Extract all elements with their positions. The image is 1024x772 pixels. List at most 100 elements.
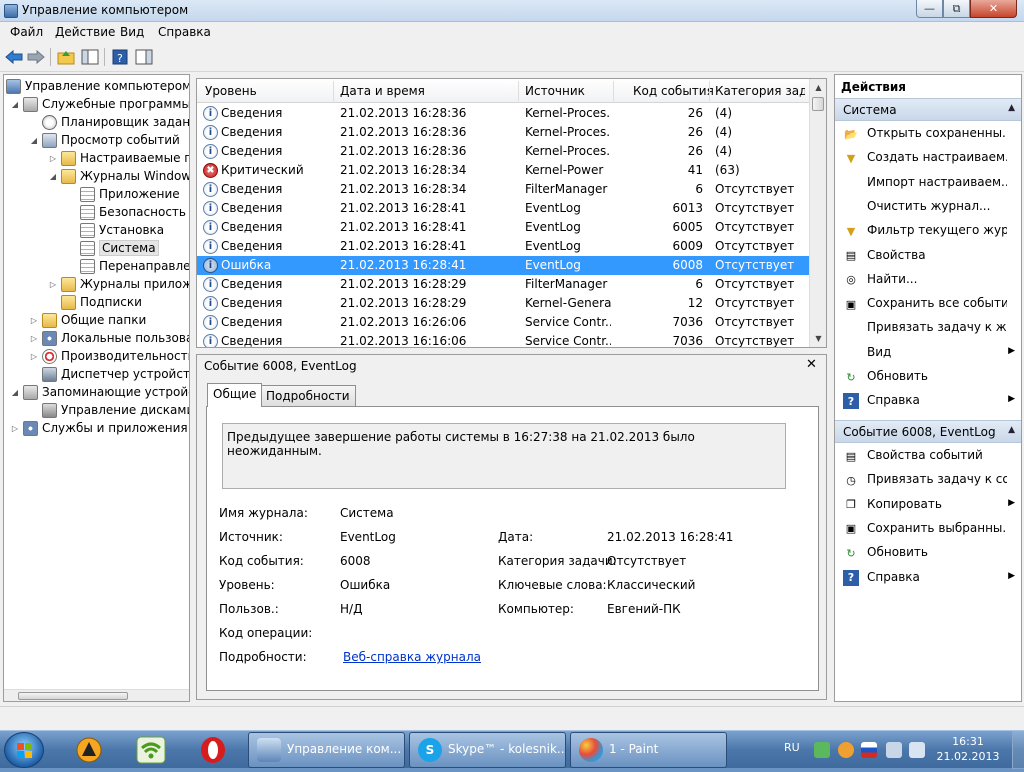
tab-details[interactable]: Подробности [260, 385, 356, 407]
field-value-log-name[interactable]: Система [340, 506, 394, 520]
action-item[interactable]: ▣ Сохранить выбранны... [835, 518, 1021, 540]
action-item[interactable]: ▼ Создать настраиваем... [835, 147, 1021, 169]
tree-node[interactable]: ◢ Служебные программы [10, 95, 189, 113]
tree-node[interactable]: ▷ Журналы приложе [48, 275, 189, 293]
menu-help[interactable]: Справка [158, 25, 211, 39]
event-row[interactable]: ✖ Критический 21.02.2013 16:28:34 Kernel-Po… [197, 161, 809, 180]
scroll-down-arrow-icon[interactable]: ▼ [810, 330, 826, 347]
expand-icon[interactable]: ▷ [29, 334, 39, 343]
start-button[interactable] [4, 732, 44, 768]
up-folder-button[interactable] [56, 47, 76, 67]
tree-node[interactable]: Приложение [80, 185, 180, 203]
show-desktop-button[interactable] [1012, 731, 1024, 769]
title-bar[interactable]: Управление компьютером — ⧉ ✕ [0, 0, 1024, 22]
event-row-selected[interactable]: i Ошибка 21.02.2013 16:28:41 EventLog 6008 От… [197, 256, 809, 275]
field-value-event-id[interactable]: 6008 [340, 554, 371, 568]
event-list-vertical-scrollbar[interactable]: ▲ ▼ [809, 79, 826, 347]
language-indicator[interactable]: RU [784, 741, 800, 754]
expand-icon[interactable]: ▷ [29, 352, 39, 361]
column-header-task-category[interactable]: Категория зада... [715, 84, 805, 98]
event-row[interactable]: i Сведения 21.02.2013 16:28:29 Kernel-Gener… [197, 294, 809, 313]
expand-icon[interactable]: ▷ [10, 424, 20, 433]
event-list[interactable]: Уровень Дата и время Источник Код событи… [196, 78, 827, 348]
close-icon[interactable]: ✕ [806, 357, 817, 372]
pinned-app-opera[interactable] [186, 734, 240, 766]
action-item[interactable]: ◷ Привязать задачу к со... [835, 469, 1021, 491]
tree-node[interactable]: ▷ Настраиваемые пр [48, 149, 189, 167]
taskbar-button-skype[interactable]: S Skype™ - kolesnik... [409, 732, 566, 768]
event-row[interactable]: i Сведения 21.02.2013 16:28:41 EventLog 6005… [197, 218, 809, 237]
scrollbar-thumb[interactable] [812, 97, 824, 111]
action-item[interactable]: ▤ Свойства [835, 245, 1021, 267]
event-row[interactable]: i Сведения 21.02.2013 16:28:36 Kernel-Proce… [197, 104, 809, 123]
column-header-datetime[interactable]: Дата и время [340, 84, 520, 98]
column-header-event-id[interactable]: Код события [633, 84, 713, 98]
field-value-date[interactable]: 21.02.2013 16:28:41 [607, 530, 733, 544]
minimize-button[interactable]: — [916, 0, 943, 18]
action-item[interactable]: 📂 Открыть сохраненны... [835, 123, 1021, 145]
tree-node[interactable]: Планировщик заданий [42, 113, 189, 131]
action-item[interactable]: ❐ Копировать ▶ [835, 494, 1021, 516]
taskbar-button-computer-management[interactable]: Управление ком... [248, 732, 405, 768]
taskbar-button-paint[interactable]: 1 - Paint [570, 732, 727, 768]
action-item[interactable]: Импорт настраиваем... [835, 172, 1021, 194]
tree-node[interactable]: Управление дисками [42, 401, 189, 419]
field-value-level[interactable]: Ошибка [340, 578, 390, 592]
tree-node[interactable]: ◢ Журналы Windows [48, 167, 189, 185]
event-log-online-help-link[interactable]: Веб-справка журнала [343, 650, 481, 664]
back-button[interactable] [4, 47, 24, 67]
tab-general[interactable]: Общие [207, 383, 263, 407]
column-header-source[interactable]: Источник [525, 84, 615, 98]
show-hide-tree-button[interactable] [80, 47, 100, 67]
action-pane-button[interactable] [134, 47, 154, 67]
expand-icon[interactable]: ▷ [29, 316, 39, 325]
event-row[interactable]: i Сведения 21.02.2013 16:28:34 FilterManage… [197, 180, 809, 199]
event-row[interactable]: i Сведения 21.02.2013 16:28:29 FilterManage… [197, 275, 809, 294]
event-row[interactable]: i Сведения 21.02.2013 16:28:41 EventLog 6013… [197, 199, 809, 218]
tree-node[interactable]: Перенаправлен [80, 257, 189, 275]
actions-section-event[interactable]: Событие 6008, EventLog ▲ [835, 420, 1021, 443]
action-item[interactable]: ? Справка ▶ [835, 567, 1021, 589]
action-item[interactable]: Очистить журнал... [835, 196, 1021, 218]
tree-node[interactable]: Управление компьютером (л [6, 77, 189, 95]
tree-node[interactable]: Подписки [61, 293, 142, 311]
help-toolbar-button[interactable]: ? [110, 47, 130, 67]
event-message[interactable]: Предыдущее завершение работы системы в 1… [222, 423, 786, 489]
tree-node[interactable]: ▷ Производительность [29, 347, 189, 365]
russian-flag-icon[interactable] [861, 742, 877, 758]
action-item[interactable]: ▤ Свойства событий [835, 445, 1021, 467]
field-value-task-category[interactable]: Отсутствует [607, 554, 686, 568]
action-item[interactable]: ▣ Сохранить все событи... [835, 293, 1021, 315]
field-value-keywords[interactable]: Классический [607, 578, 695, 592]
console-tree[interactable]: Управление компьютером (л ◢ Служебные про… [3, 74, 190, 702]
network-icon[interactable] [909, 742, 925, 758]
event-row[interactable]: i Сведения 21.02.2013 16:16:06 Service Cont… [197, 332, 809, 347]
field-value-user[interactable]: Н/Д [340, 602, 362, 616]
column-header-level[interactable]: Уровень [205, 84, 330, 98]
system-clock[interactable]: 16:31 21.02.2013 [936, 734, 1000, 764]
action-item[interactable]: Вид ▶ [835, 342, 1021, 364]
expand-icon[interactable]: ▷ [48, 154, 58, 163]
action-item[interactable]: ◎ Найти... [835, 269, 1021, 291]
event-row[interactable]: i Сведения 21.02.2013 16:28:41 EventLog 6009… [197, 237, 809, 256]
action-item[interactable]: ↻ Обновить [835, 542, 1021, 564]
tree-node[interactable]: ◢ Просмотр событий [29, 131, 180, 149]
scrollbar-thumb[interactable] [18, 692, 128, 700]
event-row[interactable]: i Сведения 21.02.2013 16:28:36 Kernel-Proce… [197, 142, 809, 161]
menu-file[interactable]: Файл [10, 25, 43, 39]
update-tray-icon[interactable] [838, 742, 854, 758]
event-row[interactable]: i Сведения 21.02.2013 16:26:06 Service Cont… [197, 313, 809, 332]
tree-node[interactable]: ▷ Общие папки [29, 311, 146, 329]
field-value-source[interactable]: EventLog [340, 530, 396, 544]
action-item[interactable]: ▼ Фильтр текущего жур... [835, 220, 1021, 242]
action-item[interactable]: ↻ Обновить [835, 366, 1021, 388]
field-value-computer[interactable]: Евгений-ПК [607, 602, 681, 616]
tree-node[interactable]: Безопасность [80, 203, 186, 221]
action-item[interactable]: Привязать задачу к жу... [835, 317, 1021, 339]
scroll-up-arrow-icon[interactable]: ▲ [810, 79, 826, 96]
tree-node[interactable]: Установка [80, 221, 164, 239]
collapse-icon[interactable]: ◢ [10, 100, 20, 109]
close-button[interactable]: ✕ [970, 0, 1017, 18]
tree-horizontal-scrollbar[interactable] [4, 689, 189, 701]
maximize-button[interactable]: ⧉ [943, 0, 970, 18]
